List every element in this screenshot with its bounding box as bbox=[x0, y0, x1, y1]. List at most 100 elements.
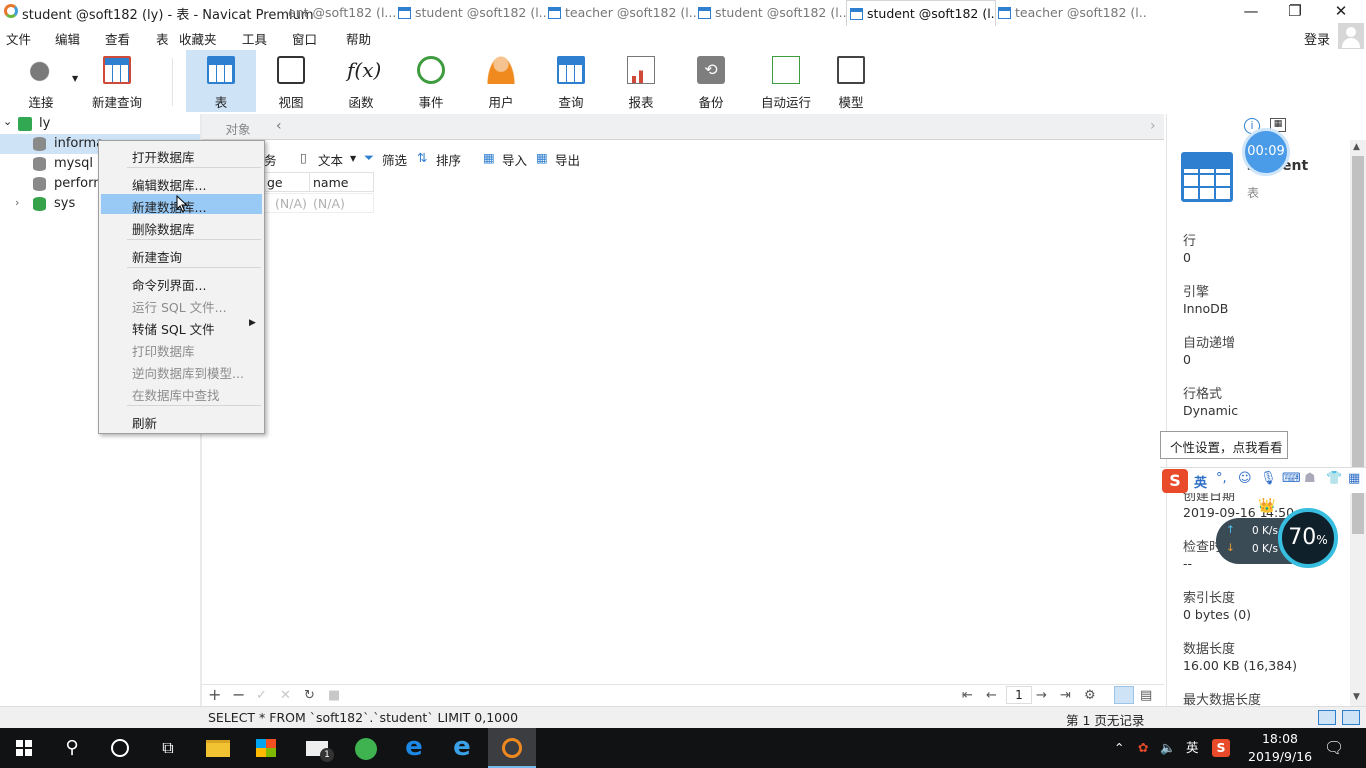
import-button[interactable]: 导入 bbox=[502, 150, 527, 169]
search-icon[interactable]: ⚲ bbox=[48, 728, 96, 768]
apply-check-icon[interactable]: ✓ bbox=[256, 688, 267, 703]
tab-student-active[interactable]: student @soft182 (l... bbox=[846, 0, 996, 26]
toggle-right-panel-icon[interactable] bbox=[1342, 710, 1360, 725]
page-number-input[interactable]: 1 bbox=[1006, 686, 1032, 704]
menu-open-database[interactable]: 打开数据库 bbox=[101, 144, 262, 165]
tab-scroll-right-icon[interactable]: › bbox=[1150, 118, 1156, 134]
table-button[interactable]: 表 bbox=[186, 50, 256, 112]
menu-refresh[interactable]: 刷新 bbox=[101, 410, 262, 431]
tab-student-design[interactable]: student @soft182 (l... bbox=[698, 0, 846, 26]
personalize-tooltip[interactable]: 个性设置，点我看看 bbox=[1160, 431, 1288, 459]
menu-favorites[interactable]: 收藏夹 bbox=[179, 29, 217, 48]
task-view-icon[interactable]: ⧉ bbox=[144, 728, 192, 768]
microphone-icon[interactable]: 🎙 bbox=[1260, 471, 1277, 486]
store-bag-icon[interactable] bbox=[242, 728, 290, 768]
emoji-icon[interactable]: ☺ bbox=[1238, 471, 1252, 486]
cell-name[interactable]: (N/A) bbox=[313, 196, 345, 211]
user-button[interactable]: 用户 bbox=[466, 50, 536, 112]
tray-overflow-icon[interactable]: ⌃ bbox=[1114, 728, 1124, 768]
function-button[interactable]: f(x) 函数 bbox=[326, 50, 396, 112]
menu-reverse-to-model[interactable]: 逆向数据库到模型... bbox=[101, 360, 262, 381]
tab-teacher-1[interactable]: teacher @soft182 (l... bbox=[548, 0, 696, 26]
next-page-icon[interactable]: → bbox=[1036, 688, 1047, 703]
tab-scroll-left-icon[interactable]: ‹ bbox=[276, 118, 282, 134]
toggle-left-panel-icon[interactable] bbox=[1318, 710, 1336, 725]
grid-view-icon[interactable] bbox=[1114, 686, 1134, 704]
menu-run-sql-file[interactable]: 运行 SQL 文件... bbox=[101, 294, 262, 315]
backup-button[interactable]: ⟲ 备份 bbox=[676, 50, 746, 112]
menu-print-database[interactable]: 打印数据库 bbox=[101, 338, 262, 359]
stop-icon[interactable]: ■ bbox=[328, 688, 340, 703]
clock-time[interactable]: 18:08 bbox=[1250, 731, 1310, 747]
internet-explorer-icon[interactable]: e bbox=[438, 728, 486, 768]
sogou-tray-icon[interactable]: S bbox=[1212, 739, 1230, 757]
settings-gear-icon[interactable]: ⚙ bbox=[1084, 688, 1096, 703]
tray-app-icon[interactable]: ✿ bbox=[1138, 728, 1148, 768]
menu-edit-database[interactable]: 编辑数据库... bbox=[101, 172, 262, 193]
sogou-logo-icon[interactable]: S bbox=[1162, 469, 1188, 493]
menu-tools[interactable]: 工具 bbox=[242, 29, 267, 48]
minimize-button[interactable]: — bbox=[1228, 0, 1274, 24]
close-button[interactable]: ✕ bbox=[1318, 0, 1364, 24]
cell-age[interactable]: (N/A) bbox=[275, 196, 307, 211]
restore-button[interactable]: ❐ bbox=[1272, 0, 1318, 24]
tree-item-connection[interactable]: ⌄ ly bbox=[0, 114, 200, 134]
notification-center-icon[interactable]: 🗨 bbox=[1324, 728, 1344, 768]
menu-edit[interactable]: 编辑 bbox=[55, 29, 80, 48]
file-explorer-icon[interactable] bbox=[194, 728, 242, 768]
menu-console[interactable]: 命令列界面... bbox=[101, 272, 262, 293]
view-button[interactable]: 视图 bbox=[256, 50, 326, 112]
event-button[interactable]: 事件 bbox=[396, 50, 466, 112]
menu-delete-database[interactable]: 删除数据库 bbox=[101, 216, 262, 237]
refresh-icon[interactable]: ↻ bbox=[304, 688, 315, 703]
navicat-taskbar-icon[interactable] bbox=[488, 728, 536, 768]
text-dropdown-icon[interactable]: ▼ bbox=[350, 154, 356, 163]
timer-badge[interactable]: 00:09 bbox=[1242, 128, 1290, 176]
discard-x-icon[interactable]: ✕ bbox=[280, 688, 291, 703]
transaction-button[interactable]: 务 bbox=[264, 150, 277, 169]
export-button[interactable]: 导出 bbox=[555, 150, 580, 169]
tab-query-partial[interactable]: ent @soft182 (l... bbox=[288, 0, 396, 26]
collapse-arrow-icon[interactable]: ⌄ bbox=[3, 115, 12, 128]
volume-icon[interactable]: 🔈 bbox=[1160, 728, 1176, 768]
scroll-down-icon[interactable]: ▼ bbox=[1353, 692, 1360, 702]
menu-view[interactable]: 查看 bbox=[105, 29, 130, 48]
menu-dump-sql-file[interactable]: 转储 SQL 文件 bbox=[101, 316, 262, 337]
delete-record-icon[interactable]: − bbox=[232, 685, 245, 704]
memory-usage-gauge[interactable]: 70% bbox=[1278, 508, 1338, 568]
tray-language[interactable]: 英 bbox=[1186, 728, 1199, 768]
form-view-icon[interactable]: ▤ bbox=[1140, 688, 1152, 703]
auto-run-button[interactable]: 自动运行 bbox=[746, 50, 826, 112]
menu-help[interactable]: 帮助 bbox=[346, 29, 371, 48]
add-record-icon[interactable]: + bbox=[208, 685, 221, 704]
skin-shirt-icon[interactable]: 👕 bbox=[1326, 471, 1342, 486]
prev-page-icon[interactable]: ← bbox=[986, 688, 997, 703]
connect-dropdown-icon[interactable]: ▼ bbox=[72, 74, 78, 83]
mail-icon[interactable]: 1 bbox=[294, 728, 342, 768]
first-page-icon[interactable]: ⇤ bbox=[962, 688, 973, 703]
menu-table[interactable]: 表 bbox=[156, 29, 169, 48]
punctuation-icon[interactable]: °, bbox=[1216, 471, 1227, 486]
360-browser-icon[interactable] bbox=[342, 728, 390, 768]
expand-arrow-icon[interactable]: › bbox=[15, 196, 19, 209]
tab-student-1[interactable]: student @soft182 (l... bbox=[398, 0, 546, 26]
menu-file[interactable]: 文件 bbox=[6, 29, 31, 48]
keyboard-icon[interactable]: ⌨ bbox=[1282, 471, 1301, 486]
model-button[interactable]: 模型 bbox=[816, 50, 886, 112]
user-avatar-icon[interactable] bbox=[1338, 23, 1364, 49]
new-query-button[interactable]: 新建查询 bbox=[82, 50, 152, 112]
login-link[interactable]: 登录 bbox=[1304, 29, 1330, 48]
user-center-icon[interactable]: ☗ bbox=[1304, 471, 1316, 486]
start-windows-icon[interactable] bbox=[0, 728, 48, 768]
text-button[interactable]: 文本 bbox=[318, 150, 343, 169]
menu-window[interactable]: 窗口 bbox=[292, 29, 317, 48]
tab-teacher-2[interactable]: teacher @soft182 (l... bbox=[998, 0, 1146, 26]
tab-objects[interactable]: 对象 bbox=[202, 114, 274, 140]
ime-language-toggle[interactable]: 英 bbox=[1194, 472, 1207, 491]
last-page-icon[interactable]: ⇥ bbox=[1060, 688, 1071, 703]
report-button[interactable]: 报表 bbox=[606, 50, 676, 112]
edge-browser-icon[interactable]: e bbox=[390, 728, 438, 768]
cortana-circle-icon[interactable] bbox=[96, 728, 144, 768]
clock-date[interactable]: 2019/9/16 bbox=[1248, 749, 1312, 765]
column-header-name[interactable]: name bbox=[313, 175, 348, 190]
